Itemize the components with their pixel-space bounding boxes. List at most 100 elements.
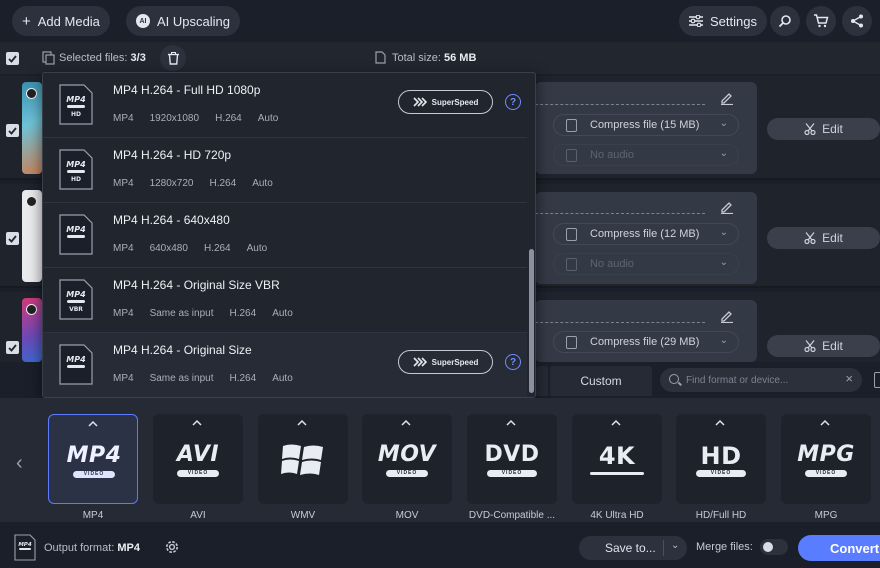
format-label: MP4	[82, 510, 104, 521]
chevron-down-icon: ⌄	[719, 148, 728, 159]
format-logo-sub: VIDEO	[696, 470, 746, 477]
search-button[interactable]	[770, 6, 800, 36]
chevron-left-icon[interactable]: ‹	[16, 452, 23, 475]
settings-label: Settings	[710, 13, 757, 29]
compress-dropdown[interactable]: Compress file (15 MB) ⌄	[553, 114, 739, 136]
add-media-button[interactable]: + Add Media	[12, 6, 110, 36]
chevron-down-icon[interactable]: ⌄	[671, 540, 679, 551]
preset-meta: MP4 Same as input H.264 Auto	[113, 373, 309, 384]
settings-button[interactable]: Settings	[679, 6, 767, 36]
audio-dropdown[interactable]: No audio ⌄	[553, 144, 739, 166]
preset-item[interactable]: MP4 HD MP4 H.264 - Full HD 1080p MP4 192…	[43, 73, 527, 138]
file-checkbox[interactable]	[6, 124, 19, 137]
preset-resolution: Same as input	[149, 373, 214, 384]
chevron-up-icon	[192, 419, 202, 426]
preset-meta: MP4 1920x1080 H.264 Auto	[113, 113, 294, 124]
share-button[interactable]	[842, 6, 872, 36]
chevron-up-icon	[715, 419, 725, 426]
pencil-icon[interactable]	[720, 91, 734, 105]
convert-button[interactable]: Convert	[798, 535, 880, 561]
format-tile-mov[interactable]: MOV VIDEO	[362, 414, 452, 504]
audio-dropdown[interactable]: No audio ⌄	[553, 253, 739, 275]
help-icon[interactable]: ?	[505, 354, 521, 370]
format-tile-mpg[interactable]: MPG VIDEO	[781, 414, 871, 504]
edit-button[interactable]: Edit	[767, 118, 880, 140]
panel-toggle-icon[interactable]	[874, 372, 880, 388]
format-tile-wmv[interactable]	[258, 414, 348, 504]
chevron-up-icon	[297, 419, 307, 426]
compress-dropdown[interactable]: Compress file (12 MB) ⌄	[553, 223, 739, 245]
pencil-icon[interactable]	[720, 309, 734, 323]
format-logo-sub: VIDEO	[487, 470, 537, 477]
preset-item[interactable]: MP4 HD MP4 H.264 - HD 720p MP4 1280x720 …	[43, 138, 527, 203]
edit-button[interactable]: Edit	[767, 335, 880, 357]
preset-name: MP4 H.264 - Original Size	[113, 343, 252, 357]
total-size-value: 56 MB	[443, 52, 477, 64]
pencil-icon[interactable]	[720, 200, 734, 214]
tab-custom[interactable]: Custom	[550, 366, 652, 396]
check-icon	[8, 343, 17, 352]
format-logo: MPG	[797, 442, 855, 467]
format-label: AVI	[190, 510, 206, 521]
format-tile-dvd[interactable]: DVD VIDEO	[467, 414, 557, 504]
superspeed-icon	[413, 357, 427, 367]
output-format-icon[interactable]: MP4	[14, 534, 36, 561]
preset-dropdown-menu: MP4 HD MP4 H.264 - Full HD 1080p MP4 192…	[42, 72, 536, 398]
compress-label: Compress file (12 MB)	[590, 228, 700, 240]
format-label: MOV	[395, 510, 419, 521]
total-size-text: Total size: 56 MB	[392, 52, 476, 64]
tab-previous[interactable]	[536, 366, 548, 396]
chevron-up-icon	[506, 419, 516, 426]
edit-button[interactable]: Edit	[767, 227, 880, 249]
menu-scrollbar-thumb[interactable]	[529, 249, 534, 393]
preset-name: MP4 H.264 - HD 720p	[113, 148, 232, 162]
delete-button[interactable]	[160, 45, 186, 71]
select-all-checkbox[interactable]	[6, 52, 19, 65]
cart-button[interactable]	[806, 6, 836, 36]
format-search-input[interactable]: Find format or device... ×	[660, 368, 862, 392]
output-format-text: Output format: MP4	[44, 542, 140, 554]
format-tile-4k[interactable]: 4K	[572, 414, 662, 504]
preset-resolution: Same as input	[149, 308, 214, 319]
file-icon-format: MP4	[66, 95, 86, 104]
preset-codec: H.264	[215, 113, 242, 124]
preset-item[interactable]: MP4 MP4 H.264 - Original Size MP4 Same a…	[43, 333, 527, 397]
format-tile-avi[interactable]: AVI VIDEO	[153, 414, 243, 504]
preset-meta: MP4 1280x720 H.264 Auto	[113, 178, 289, 189]
format-logo: AVI	[176, 442, 220, 467]
format-tile-mp4[interactable]: MP4 VIDEO	[48, 414, 138, 504]
chevron-down-icon: ⌄	[719, 257, 728, 268]
preset-item[interactable]: MP4 VBR MP4 H.264 - Original Size VBR MP…	[43, 268, 527, 333]
merge-files-toggle[interactable]	[760, 539, 788, 555]
preset-item[interactable]: MP4 MP4 H.264 - 640x480 MP4 640x480 H.26…	[43, 203, 527, 268]
format-label: HD/Full HD	[695, 510, 747, 521]
speaker-icon	[566, 258, 577, 271]
mp4-file-icon: MP4 VBR	[59, 279, 93, 320]
superspeed-label: SuperSpeed	[431, 357, 479, 367]
check-icon	[8, 126, 17, 135]
superspeed-badge[interactable]: SuperSpeed	[398, 90, 493, 114]
ai-upscaling-button[interactable]: AI AI Upscaling	[126, 6, 240, 36]
mp4-file-icon: MP4 HD	[59, 149, 93, 190]
help-icon[interactable]: ?	[505, 94, 521, 110]
format-logo-sub: VIDEO	[177, 470, 219, 477]
preset-name: MP4 H.264 - Original Size VBR	[113, 278, 280, 292]
clear-icon[interactable]: ×	[845, 371, 853, 386]
file-checkbox[interactable]	[6, 341, 19, 354]
superspeed-badge[interactable]: SuperSpeed	[398, 350, 493, 374]
gear-icon[interactable]	[163, 538, 181, 556]
preset-container: MP4	[113, 373, 134, 384]
share-icon	[851, 14, 863, 28]
chevron-down-icon: ⌄	[719, 227, 728, 238]
format-label: DVD-Compatible ...	[468, 510, 556, 521]
save-to-button[interactable]: Save to... ⌄	[579, 536, 687, 560]
compress-dropdown[interactable]: Compress file (29 MB) ⌄	[553, 331, 739, 353]
mp4-file-icon: MP4	[59, 214, 93, 255]
edit-label: Edit	[822, 231, 843, 245]
preset-bitrate: Auto	[272, 308, 293, 319]
format-tile-hd[interactable]: HD VIDEO	[676, 414, 766, 504]
format-logo-sub: VIDEO	[386, 470, 428, 477]
scissors-icon	[804, 123, 816, 135]
file-checkbox[interactable]	[6, 232, 19, 245]
chevron-up-icon	[88, 420, 98, 427]
